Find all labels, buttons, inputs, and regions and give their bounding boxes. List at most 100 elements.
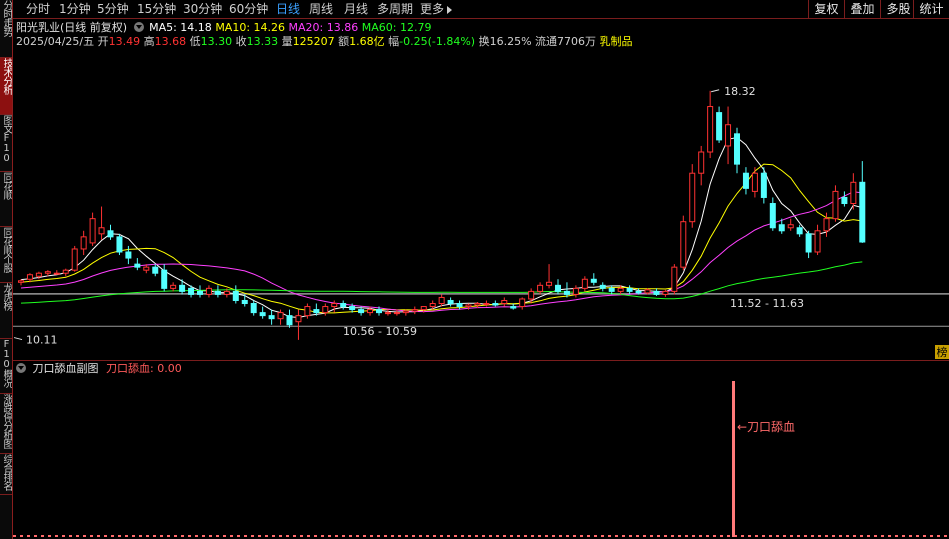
collapse-icon[interactable] [133, 22, 144, 32]
candle-body [832, 190, 839, 220]
indicator-zero-dot [755, 535, 758, 537]
indicator-zero-dot [510, 535, 513, 537]
candle-body [823, 218, 830, 232]
indicator-collapse-icon[interactable] [16, 363, 26, 373]
period-tab-5[interactable]: 30分钟 [183, 0, 222, 18]
indicator-zero-dot [69, 535, 72, 537]
signal-label: ←刀口舔血 [737, 420, 795, 434]
high-label: 高 [143, 35, 155, 48]
candle-body [796, 227, 803, 235]
indicator-zero-dot [48, 535, 51, 537]
period-tab-2[interactable]: 1分钟 [59, 0, 91, 18]
candle-body [555, 284, 561, 292]
side-tab-2[interactable]: 技术分析 [0, 58, 12, 115]
indicator-zero-dot [594, 535, 597, 537]
side-tab-1[interactable]: 分时走势 [0, 0, 12, 58]
candle-body [358, 309, 365, 314]
side-tab-5[interactable]: 同花顺个股 [0, 227, 12, 283]
candle-body [98, 227, 105, 235]
indicator-zero-dot [202, 535, 205, 537]
indicator-zero-dot [895, 535, 898, 537]
indicator-zero-dot [727, 535, 730, 537]
candle-body [393, 312, 400, 315]
side-tab-9[interactable]: 综合排名 [0, 454, 12, 495]
toolbar-button-3[interactable]: 多股 [880, 0, 916, 18]
candle-body [492, 303, 499, 306]
candle-body [537, 284, 544, 292]
turnover-value: 换16.25% [478, 35, 532, 48]
candle-body [286, 315, 293, 326]
indicator-zero-dot [419, 535, 422, 537]
close-value: 13.33 [246, 35, 279, 48]
candle-body [671, 266, 678, 292]
indicator-zero-dot [566, 535, 569, 537]
side-tab-3[interactable]: 图文F10 [0, 115, 12, 172]
indicator-zero-dot [923, 535, 926, 537]
indicator-zero-dot [188, 535, 191, 537]
candle-body [349, 306, 356, 311]
more-chevron-icon[interactable] [447, 6, 452, 14]
period-tab-1[interactable]: 分时 [26, 0, 50, 18]
candle-body [259, 312, 266, 317]
open-value: 13.49 [108, 35, 141, 48]
period-tab-10[interactable]: 多周期 [377, 0, 413, 18]
side-tab-7[interactable]: F10概况 [0, 339, 12, 394]
indicator-zero-dot [783, 535, 786, 537]
indicator-name[interactable]: 刀口舔血副图 [33, 362, 99, 375]
indicator-zero-dot [286, 535, 289, 537]
low-marker-arrow [13, 337, 23, 341]
indicator-zero-dot [902, 535, 905, 537]
toolbar-button-1[interactable]: 复权 [808, 0, 844, 18]
period-tab-11[interactable]: 更多 [420, 0, 444, 18]
stock-info-line-1: 阳光乳业(日线 前复权) MA5: 14.18 MA10: 14.26 MA20… [16, 21, 431, 35]
candle-body [89, 218, 96, 244]
candle-body [376, 309, 382, 314]
candle-body [152, 266, 159, 274]
period-tab-6[interactable]: 60分钟 [229, 0, 268, 18]
indicator-zero-dot [34, 535, 37, 537]
indicator-zero-dot [293, 535, 296, 537]
indicator-zero-dot [524, 535, 527, 537]
candle-body [546, 281, 553, 286]
indicator-zero-dot [860, 535, 863, 537]
candle-body [411, 309, 418, 312]
period-tab-3[interactable]: 5分钟 [97, 0, 129, 18]
candle-body [689, 172, 696, 223]
indicator-zero-dot [482, 535, 485, 537]
indicator-zero-dot [307, 535, 310, 537]
industry-label: 乳制品 [599, 35, 633, 48]
indicator-zero-dot [496, 535, 499, 537]
side-tab-6[interactable]: 龙虎榜 [0, 283, 12, 339]
toolbar-button-2[interactable]: 叠加 [844, 0, 880, 18]
period-tab-4[interactable]: 15分钟 [137, 0, 176, 18]
candle-body [805, 233, 812, 253]
indicator-zero-dot [713, 535, 716, 537]
candle-body [769, 203, 776, 229]
side-tab-strip: 分时走势技术分析图文F10同花顺F10同花顺个股龙虎榜F10概况涨跌停分析图综合… [0, 0, 13, 539]
candle-body [572, 287, 579, 295]
candle-body [250, 303, 257, 314]
kline-chart[interactable]: 18.32 10.11 10.56 - 10.59 11.52 - 11.63 榜 ←刀口… [0, 0, 949, 539]
candle-body [134, 263, 141, 268]
candle-body [742, 172, 749, 189]
candle-body [465, 304, 472, 308]
side-tab-8[interactable]: 涨跌停分析图 [0, 394, 12, 454]
toolbar-button-4[interactable]: 统计 [913, 0, 949, 18]
indicator-zero-dot [391, 535, 394, 537]
indicator-zero-dot [27, 535, 30, 537]
indicator-zero-dot [825, 535, 828, 537]
indicator-zero-dot [629, 535, 632, 537]
indicator-zero-dot [258, 535, 261, 537]
indicator-zero-dot [699, 535, 702, 537]
period-tab-9[interactable]: 月线 [344, 0, 368, 18]
candle-body [644, 289, 651, 294]
indicator-zero-dot [762, 535, 765, 537]
indicator-zero-dot [937, 535, 940, 537]
side-tab-4[interactable]: 同花顺F10 [0, 172, 12, 227]
candle-body [304, 306, 311, 317]
period-tab-8[interactable]: 周线 [309, 0, 333, 18]
period-tab-7[interactable]: 日线 [276, 0, 300, 18]
indicator-zero-dot [209, 535, 212, 537]
indicator-zero-dot [237, 535, 240, 537]
indicator-zero-dot [909, 535, 912, 537]
